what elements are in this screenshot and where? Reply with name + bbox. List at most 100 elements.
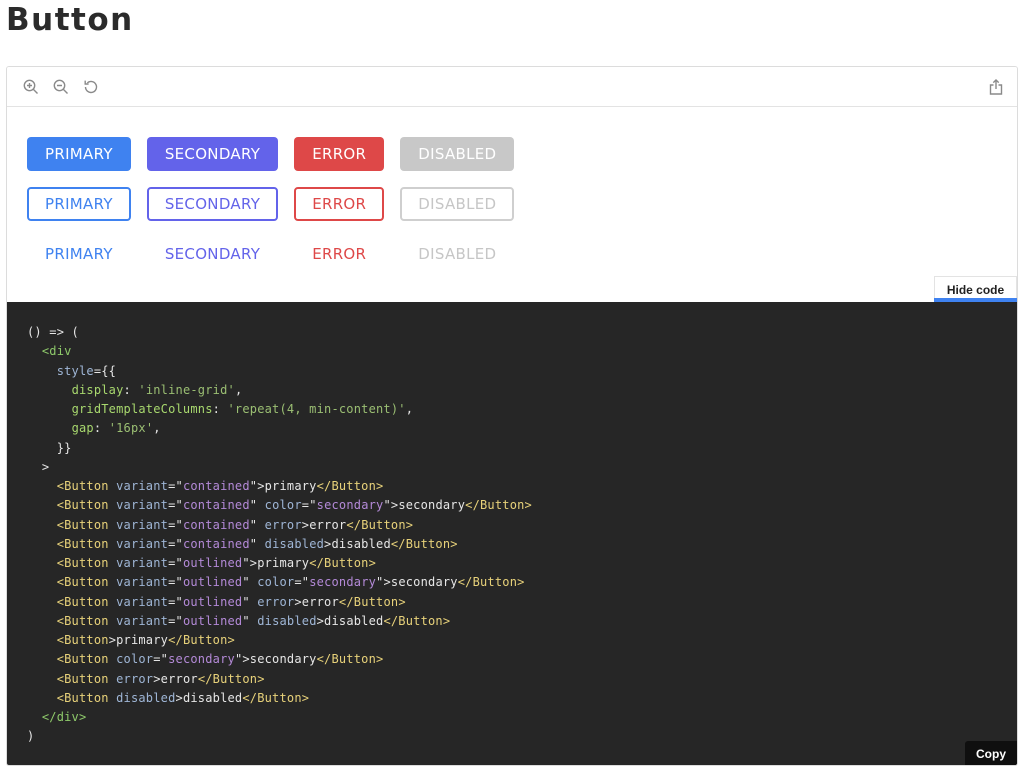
code-line: <Button error>error</Button> — [27, 670, 532, 689]
code-token: =" — [168, 575, 183, 590]
code-line: <Button color="secondary">secondary</But… — [27, 650, 532, 669]
code-token: " — [242, 575, 250, 590]
code-token: </Button> — [390, 536, 458, 551]
code-token: <Button — [56, 575, 109, 590]
code-token: =" — [168, 613, 183, 628]
code-token: <Button — [56, 652, 109, 667]
page-title: Button — [6, 2, 134, 38]
code-token: secondary — [316, 498, 384, 513]
contained-disabled-button: DISABLED — [400, 137, 515, 171]
zoom-out-icon[interactable] — [52, 78, 70, 96]
text-error-button[interactable]: ERROR — [294, 237, 384, 271]
contained-error-button[interactable]: ERROR — [294, 137, 385, 171]
code-token: </Button> — [242, 690, 310, 705]
code-token: outlined — [182, 613, 243, 628]
code-token: =" — [168, 536, 183, 551]
code-token: </Button> — [383, 613, 451, 628]
code-line: <Button variant="outlined">primary</Butt… — [27, 554, 532, 573]
code-line: }} — [27, 439, 532, 458]
code-token: >error — [153, 671, 198, 686]
outlined-primary-button[interactable]: PRIMARY — [27, 187, 131, 221]
code-token: disabled — [249, 613, 317, 628]
code-token: , — [234, 382, 243, 397]
code-token: outlined — [182, 594, 243, 609]
code-token: contained — [182, 479, 250, 493]
code-token: () => ( — [27, 325, 79, 339]
code-line: <Button variant="contained" error>error<… — [27, 516, 532, 535]
code-token: =" — [168, 517, 183, 532]
code-token: variant — [108, 594, 169, 609]
text-disabled-button: DISABLED — [400, 237, 514, 271]
code-token: secondary — [168, 652, 235, 667]
code-line: gridTemplateColumns: 'repeat(4, min-cont… — [27, 400, 532, 419]
code-token: ">secondary — [234, 652, 317, 667]
code-token: <Button — [56, 536, 109, 551]
code-line: ) — [27, 727, 532, 746]
outlined-secondary-button[interactable]: SECONDARY — [146, 187, 279, 221]
code-line: <Button>primary</Button> — [27, 631, 532, 650]
outlined-error-button[interactable]: ERROR — [294, 187, 385, 221]
code-line: <Button variant="outlined" color="second… — [27, 573, 532, 592]
code-token: ">secondary — [376, 575, 458, 590]
code-token: contained — [182, 498, 250, 513]
contained-secondary-button[interactable]: SECONDARY — [146, 137, 279, 171]
text-secondary-button[interactable]: SECONDARY — [147, 237, 278, 271]
code-line: <Button variant="contained">primary</But… — [27, 477, 532, 496]
code-token: gap — [71, 421, 94, 436]
code-token: variant — [108, 536, 169, 551]
text-primary-button[interactable]: PRIMARY — [27, 237, 131, 271]
code-token: </Button> — [457, 575, 525, 590]
code-token: color — [257, 498, 302, 513]
code-token: </Button> — [168, 633, 235, 647]
zoom-in-icon[interactable] — [22, 78, 40, 96]
code-token: disabled — [257, 536, 325, 551]
code-token: variant — [108, 479, 169, 493]
example-card: PRIMARY SECONDARY ERROR DISABLED PRIMARY… — [6, 66, 1018, 766]
code-token: 'inline-grid' — [138, 382, 235, 397]
code-token: <Button — [56, 594, 109, 609]
code-token: error — [249, 594, 295, 609]
share-icon[interactable] — [987, 78, 1005, 96]
code-token: </Button> — [465, 498, 532, 513]
code-block: () => ( <div style={{ display: 'inline-g… — [27, 323, 532, 747]
contained-primary-button[interactable]: PRIMARY — [27, 137, 131, 171]
code-token: <Button — [56, 556, 109, 570]
code-token: gridTemplateColumns — [71, 402, 213, 416]
code-token: : — [93, 421, 109, 436]
code-token: =" — [294, 575, 310, 590]
code-token: variant — [108, 498, 169, 513]
copy-button[interactable]: Copy — [965, 741, 1017, 765]
code-token: >disabled — [175, 690, 243, 705]
code-token: color — [249, 575, 295, 590]
reset-zoom-icon[interactable] — [82, 78, 100, 96]
code-token: " — [242, 613, 250, 628]
code-token: contained — [182, 517, 250, 532]
code-token: =" — [301, 498, 317, 513]
code-line: () => ( — [27, 323, 532, 342]
code-line: style={{ — [27, 362, 532, 381]
preview-area: PRIMARY SECONDARY ERROR DISABLED PRIMARY… — [7, 107, 1017, 302]
preview-toolbar — [7, 67, 1017, 107]
code-token: }} — [27, 440, 72, 455]
code-line: <Button variant="outlined" disabled>disa… — [27, 612, 532, 631]
code-token: <Button — [56, 517, 109, 532]
code-line: <div — [27, 342, 532, 361]
code-token: <Button — [56, 633, 109, 647]
code-token: > — [27, 459, 50, 474]
code-token: <Button — [56, 613, 109, 628]
code-token: </Button> — [316, 652, 384, 667]
code-token: error — [108, 671, 154, 686]
code-line: gap: '16px', — [27, 419, 532, 438]
code-token: </Button> — [346, 517, 414, 532]
